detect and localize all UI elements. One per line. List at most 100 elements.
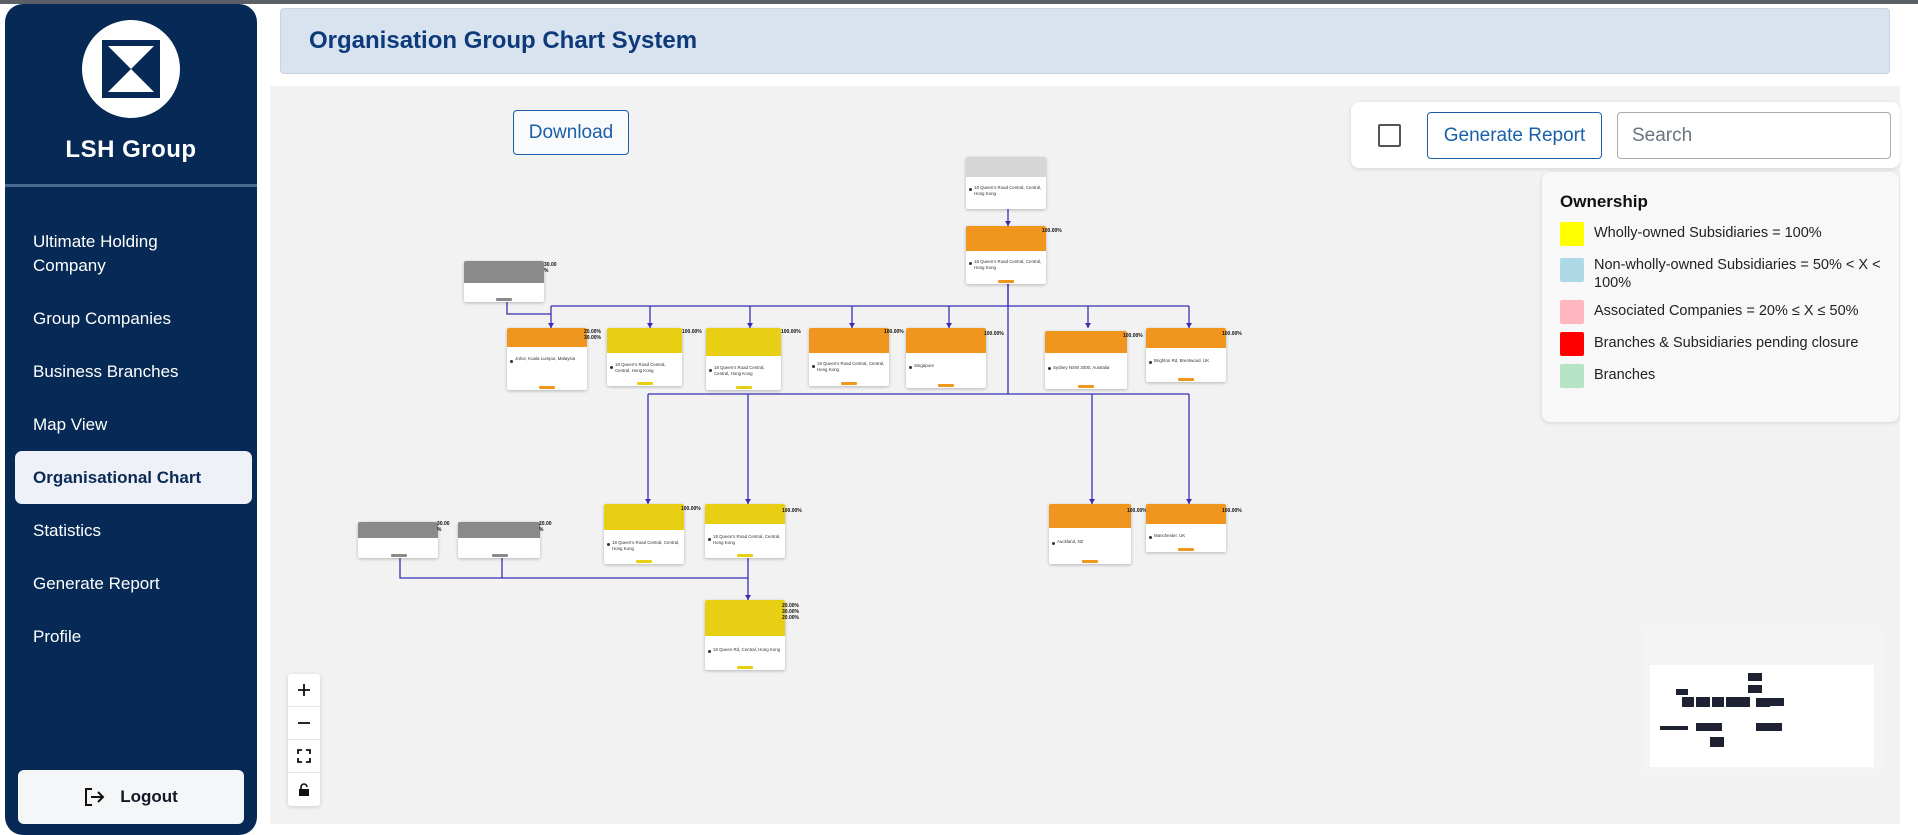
ownership-percent: 100.00% <box>1222 508 1242 514</box>
legend-label: Associated Companies = 20% ≤ X ≤ 50% <box>1594 303 1859 319</box>
ownership-percent: 100.00% <box>1127 508 1147 514</box>
logout-label: Logout <box>120 787 178 806</box>
ownership-percent: 100.00% <box>984 331 1004 337</box>
org-node[interactable]: 18 Queen's Road Central, Central, Hong K… <box>966 157 1046 209</box>
sidebar-item-generate-report[interactable]: Generate Report <box>15 557 252 610</box>
node-address: Sydney NSW 2000, Australia <box>1053 365 1110 370</box>
logout-button[interactable]: Logout <box>18 770 244 824</box>
lock-button[interactable] <box>288 773 320 806</box>
sidebar-item-organisational-chart[interactable]: Organisational Chart <box>15 451 252 504</box>
fit-view-icon <box>297 749 311 763</box>
node-address: 18 Queen's Road Central, Central, Hong K… <box>974 185 1042 196</box>
node-address: Brighton Rd, Brentwood, UK <box>1154 358 1210 363</box>
minus-icon <box>298 722 310 724</box>
org-node[interactable]: Manchester, UK <box>1146 504 1226 552</box>
legend-label: Branches <box>1594 367 1656 383</box>
legend-label: Branches & Subsidiaries pending closure <box>1594 335 1859 351</box>
org-node[interactable]: Auckland, NZ <box>1049 504 1131 564</box>
node-address: 18 Queen's Road Central, Central, Hong K… <box>714 365 765 376</box>
node-address: 18 Queen's Road Central, Central, Hong K… <box>615 362 666 373</box>
ownership-percent: 100.00% <box>782 508 802 514</box>
node-address: Auckland, NZ <box>1057 539 1084 544</box>
org-node[interactable]: Singapore <box>906 328 986 388</box>
brand-name: LSH Group <box>65 136 197 163</box>
org-node[interactable]: 18 Queen's Road Central, Central, Hong K… <box>607 328 682 386</box>
ownership-percent: 100.00% <box>1222 331 1242 337</box>
legend-swatch <box>1560 222 1584 246</box>
legend-swatch <box>1560 300 1584 324</box>
chart-toolbar: Generate Report <box>1351 102 1900 168</box>
legend-item: Non-wholly-owned Subsidiaries = 50% < X … <box>1560 256 1881 292</box>
download-button[interactable]: Download <box>513 110 629 155</box>
ownership-percent: 100.00% <box>682 329 702 335</box>
node-address: 18 Queen's Road Central, Central, Hong K… <box>974 259 1042 270</box>
org-node[interactable]: 18 Queen's Road Central, Central, Hong K… <box>706 328 781 390</box>
zoom-out-button[interactable] <box>288 707 320 740</box>
node-address: 18 Queen's Road Central, Central, Hong K… <box>713 534 781 545</box>
zoom-controls <box>288 674 320 806</box>
page-title: Organisation Group Chart System <box>309 27 698 54</box>
ownership-percent: 100.00% <box>681 506 701 512</box>
zoom-in-button[interactable] <box>288 674 320 707</box>
legend-swatch <box>1560 332 1584 356</box>
sidebar-item-map-view[interactable]: Map View <box>15 398 252 451</box>
legend-item: Branches & Subsidiaries pending closure <box>1560 332 1881 356</box>
sidebar-item-statistics[interactable]: Statistics <box>15 504 252 557</box>
org-node[interactable]: Johor, Kuala Lumpur, Malaysia <box>507 328 587 390</box>
fit-view-button[interactable] <box>288 740 320 773</box>
node-address: Johor, Kuala Lumpur, Malaysia <box>515 356 576 361</box>
search-input[interactable] <box>1617 112 1891 159</box>
sidebar-item-business-branches[interactable]: Business Branches <box>15 345 252 398</box>
lock-icon <box>299 782 309 796</box>
ownership-percent: 20.00 % <box>539 521 552 533</box>
org-node[interactable] <box>464 261 544 302</box>
org-node[interactable]: Brighton Rd, Brentwood, UK <box>1146 328 1226 382</box>
hourglass-logo-icon <box>102 40 160 98</box>
legend-swatch <box>1560 258 1584 282</box>
ownership-percent: 100.00% <box>1123 333 1143 339</box>
window-top-strip <box>0 0 1918 4</box>
org-node[interactable]: 18 Queen Rd, Central, Hong Kong <box>705 600 785 670</box>
ownership-percent: 30.00 % <box>437 521 450 533</box>
org-node[interactable]: 18 Queen's Road Central, Central, Hong K… <box>604 504 684 564</box>
ownership-percent: 100.00% <box>1042 228 1062 234</box>
org-node[interactable]: 18 Queen's Road Central, Central, Hong K… <box>966 226 1046 284</box>
node-address: Singapore <box>914 363 935 368</box>
org-node[interactable] <box>358 522 438 558</box>
node-address: 18 Queen Rd, Central, Hong Kong <box>713 647 781 652</box>
legend-label: Non-wholly-owned Subsidiaries = 50% < X … <box>1594 257 1881 291</box>
ownership-percent: 30.00 % <box>544 262 557 274</box>
plus-icon <box>298 684 310 696</box>
org-node[interactable]: 18 Queen's Road Central, Central, Hong K… <box>705 504 785 558</box>
legend-swatch <box>1560 364 1584 388</box>
sidebar-item-group-companies[interactable]: Group Companies <box>15 292 252 345</box>
ownership-percent: 100.00% <box>781 329 801 335</box>
sidebar-nav: Ultimate Holding Company Group Companies… <box>15 224 252 663</box>
page-header: Organisation Group Chart System <box>280 8 1890 74</box>
sidebar: LSH Group Ultimate Holding Company Group… <box>5 4 257 835</box>
ownership-percent: 20.00% 30.00% 20.00% <box>782 603 799 621</box>
sidebar-item-ultimate-holding-company[interactable]: Ultimate Holding Company <box>15 224 252 292</box>
legend-title: Ownership <box>1560 192 1648 211</box>
node-address: Manchester, UK <box>1154 533 1186 538</box>
select-all-checkbox[interactable] <box>1378 124 1401 147</box>
legend-item: Wholly-owned Subsidiaries = 100% <box>1560 222 1881 246</box>
legend-item: Branches <box>1560 364 1881 388</box>
generate-report-button[interactable]: Generate Report <box>1427 112 1602 159</box>
org-node[interactable]: 18 Queen's Road Central, Central, Hong K… <box>809 328 889 386</box>
legend-label: Wholly-owned Subsidiaries = 100% <box>1594 225 1822 241</box>
org-node[interactable] <box>458 522 540 558</box>
brand-logo-block: LSH Group <box>5 20 257 164</box>
logout-icon <box>85 788 105 806</box>
node-address: 18 Queen's Road Central, Central, Hong K… <box>817 361 885 372</box>
ownership-legend: Ownership Wholly-owned Subsidiaries = 10… <box>1542 172 1899 422</box>
lsh-logo-icon <box>82 20 180 118</box>
minimap[interactable] <box>1650 665 1874 767</box>
sidebar-item-profile[interactable]: Profile <box>15 610 252 663</box>
ownership-percent: 100.00% <box>884 329 904 335</box>
node-address: 18 Queen's Road Central, Central, Hong K… <box>612 540 680 551</box>
legend-item: Associated Companies = 20% ≤ X ≤ 50% <box>1560 300 1881 324</box>
sidebar-divider <box>5 184 257 187</box>
org-node[interactable]: Sydney NSW 2000, Australia <box>1045 331 1127 389</box>
ownership-percent: 20.00% 30.00% <box>584 329 601 341</box>
